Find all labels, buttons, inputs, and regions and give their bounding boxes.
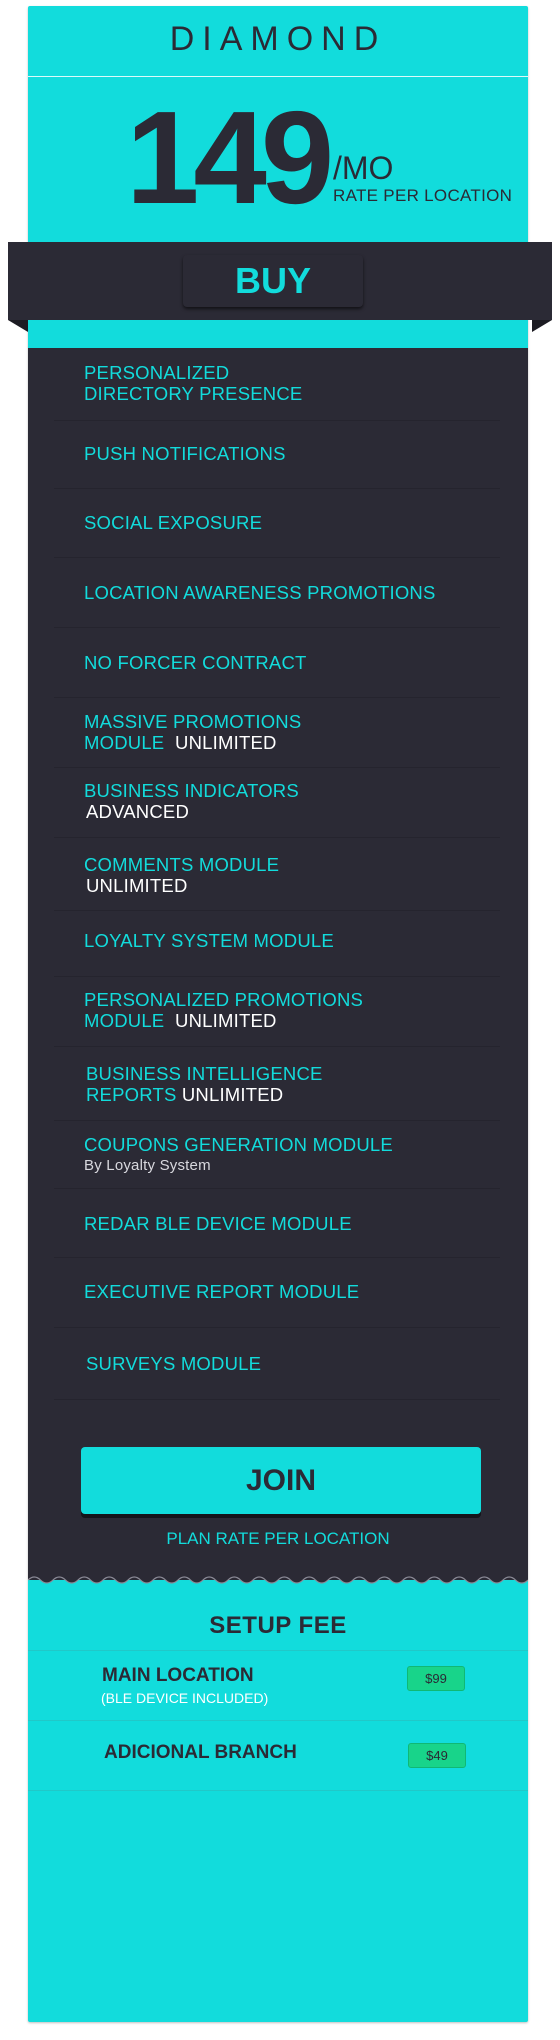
feature-title: SURVEYS MODULE bbox=[86, 1353, 262, 1374]
feature-divider bbox=[54, 1046, 500, 1047]
feature-divider bbox=[54, 488, 500, 489]
feature-title-2: MODULE bbox=[84, 732, 165, 753]
setup-divider bbox=[28, 1650, 528, 1651]
feature-title: COMMENTS MODULE bbox=[84, 854, 280, 875]
feature-title: PERSONALIZED PROMOTIONS bbox=[84, 989, 364, 1010]
feature-highlight: UNLIMITED bbox=[86, 875, 188, 896]
plan-price: 149 bbox=[126, 84, 334, 231]
price-badge: $49 bbox=[408, 1743, 466, 1768]
feature-divider bbox=[54, 1327, 500, 1328]
feature-title: REDAR BLE DEVICE MODULE bbox=[84, 1213, 352, 1234]
feature-title-2: DIRECTORY PRESENCE bbox=[84, 383, 303, 404]
feature-title: LOCATION AWARENESS PROMOTIONS bbox=[84, 582, 436, 603]
setup-item-label: ADICIONAL BRANCH bbox=[104, 1742, 297, 1763]
feature-title-2: REPORTS bbox=[86, 1084, 177, 1105]
feature-title: PUSH NOTIFICATIONS bbox=[84, 443, 286, 464]
price-period: /MO bbox=[333, 150, 394, 186]
rate-per-location-label: RATE PER LOCATION bbox=[333, 186, 513, 205]
feature-title: LOYALTY SYSTEM MODULE bbox=[84, 930, 334, 951]
feature-item: REDAR BLE DEVICE MODULE bbox=[84, 1213, 352, 1234]
ribbon-fold-right bbox=[532, 320, 552, 332]
feature-item: PERSONALIZED PROMOTIONS MODULE UNLIMITED bbox=[84, 989, 363, 1031]
feature-highlight: UNLIMITED bbox=[175, 1010, 277, 1031]
join-button[interactable]: JOIN bbox=[81, 1447, 481, 1514]
plan-name: DIAMOND bbox=[169, 20, 387, 58]
feature-highlight: UNLIMITED bbox=[181, 1084, 284, 1105]
feature-divider bbox=[54, 420, 500, 421]
feature-item: COMMENTS MODULE UNLIMITED bbox=[84, 854, 279, 896]
feature-item: SOCIAL EXPOSURE bbox=[84, 512, 262, 533]
feature-item: BUSINESS INDICATORS ADVANCED bbox=[84, 780, 299, 822]
feature-divider bbox=[54, 557, 500, 558]
feature-title: EXECUTIVE REPORT MODULE bbox=[84, 1281, 360, 1302]
setup-divider bbox=[28, 1720, 528, 1721]
feature-item: PERSONALIZED DIRECTORY PRESENCE bbox=[84, 362, 302, 404]
ribbon-fold-left bbox=[8, 320, 28, 332]
divider bbox=[28, 76, 528, 77]
feature-divider bbox=[54, 837, 500, 838]
feature-title: COUPONS GENERATION MODULE bbox=[84, 1134, 393, 1155]
feature-divider bbox=[54, 1188, 500, 1189]
setup-fee-title: SETUP FEE bbox=[209, 1612, 347, 1639]
feature-item: LOCATION AWARENESS PROMOTIONS bbox=[84, 582, 436, 603]
feature-divider bbox=[54, 627, 500, 628]
feature-highlight: UNLIMITED bbox=[175, 732, 277, 753]
setup-item-label: MAIN LOCATION bbox=[102, 1665, 254, 1686]
wave-edge bbox=[28, 1574, 528, 1584]
feature-title: SOCIAL EXPOSURE bbox=[84, 512, 263, 533]
feature-subtitle: By Loyalty System bbox=[84, 1157, 211, 1174]
feature-item: SURVEYS MODULE bbox=[86, 1353, 261, 1374]
feature-item: EXECUTIVE REPORT MODULE bbox=[84, 1281, 359, 1302]
feature-item: BUSINESS INTELLIGENCE REPORTS UNLIMITED bbox=[86, 1063, 323, 1105]
feature-divider bbox=[54, 1120, 500, 1121]
feature-item: COUPONS GENERATION MODULE By Loyalty Sys… bbox=[84, 1134, 393, 1176]
feature-item: LOYALTY SYSTEM MODULE bbox=[84, 930, 334, 951]
feature-item: PUSH NOTIFICATIONS bbox=[84, 443, 286, 464]
feature-divider bbox=[54, 697, 500, 698]
feature-item: NO FORCER CONTRACT bbox=[84, 652, 307, 673]
feature-highlight: ADVANCED bbox=[86, 801, 190, 822]
feature-divider bbox=[54, 1399, 500, 1400]
feature-divider bbox=[54, 767, 500, 768]
feature-divider bbox=[54, 1257, 500, 1258]
feature-title: PERSONALIZED bbox=[84, 362, 230, 383]
feature-title: BUSINESS INTELLIGENCE bbox=[86, 1063, 323, 1084]
price-badge: $99 bbox=[407, 1666, 465, 1691]
setup-divider bbox=[28, 1790, 528, 1791]
feature-title: BUSINESS INDICATORS bbox=[84, 780, 299, 801]
feature-title: NO FORCER CONTRACT bbox=[84, 652, 307, 673]
feature-item: MASSIVE PROMOTIONS MODULE UNLIMITED bbox=[84, 711, 301, 753]
feature-divider bbox=[54, 910, 500, 911]
feature-divider bbox=[54, 976, 500, 977]
buy-button[interactable]: BUY bbox=[183, 255, 363, 307]
feature-title: MASSIVE PROMOTIONS bbox=[84, 711, 302, 732]
join-caption: PLAN RATE PER LOCATION bbox=[166, 1529, 390, 1548]
feature-title-2: MODULE bbox=[84, 1010, 165, 1031]
setup-item-note: (BLE DEVICE INCLUDED) bbox=[101, 1690, 269, 1706]
